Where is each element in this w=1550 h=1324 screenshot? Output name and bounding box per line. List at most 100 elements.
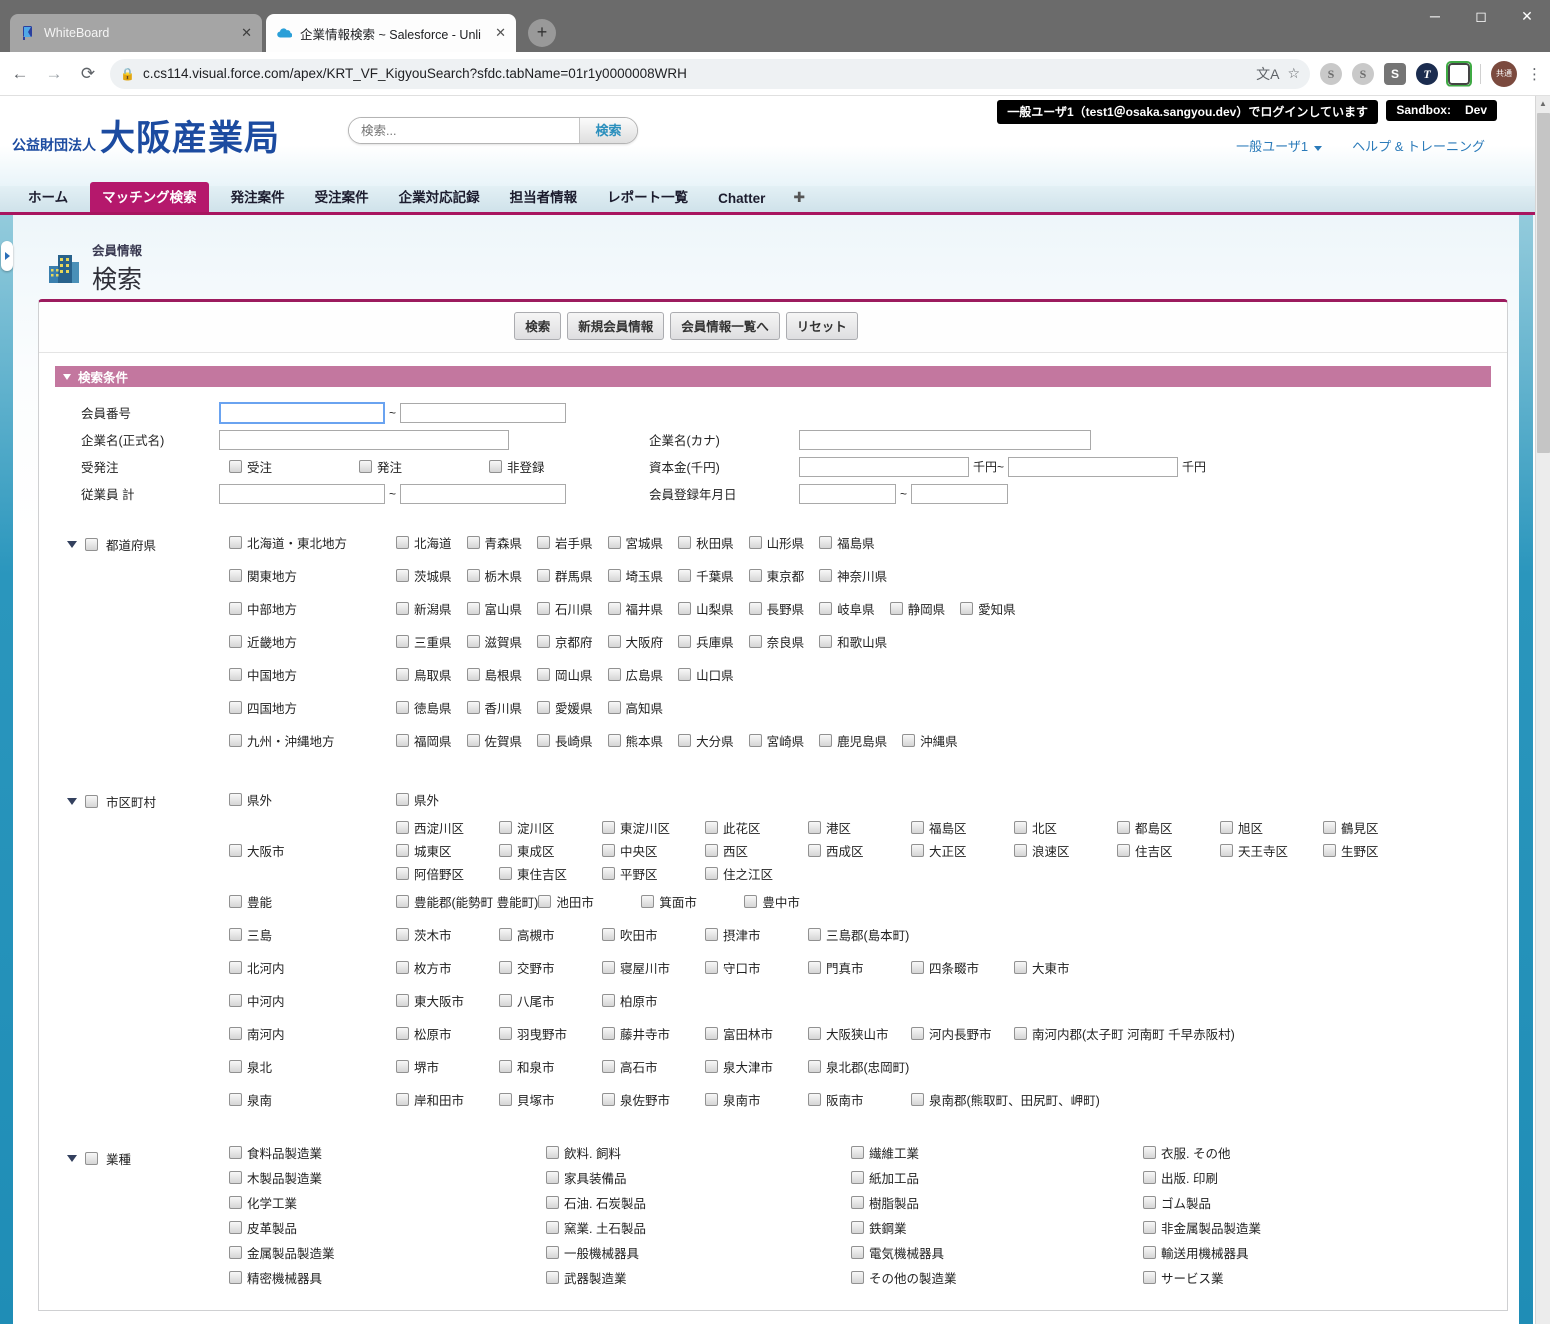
checkbox[interactable] (889, 602, 903, 615)
checkbox[interactable] (546, 1196, 559, 1209)
checkbox[interactable] (748, 635, 762, 648)
checkbox[interactable] (499, 844, 512, 857)
checkbox[interactable] (466, 569, 480, 582)
checkbox[interactable] (1117, 844, 1130, 857)
checkbox[interactable] (229, 635, 242, 648)
checkbox[interactable] (229, 961, 242, 974)
sidebar-expand-button[interactable] (1, 241, 13, 271)
checkbox[interactable] (489, 460, 502, 473)
checkbox[interactable] (229, 734, 242, 747)
checkbox[interactable] (851, 1246, 864, 1259)
checkbox[interactable] (1143, 1246, 1156, 1259)
checkbox[interactable] (808, 1060, 821, 1073)
url-text[interactable]: c.cs114.visual.force.com/apex/KRT_VF_Kig… (143, 66, 1248, 81)
checkbox[interactable] (678, 536, 692, 549)
checkbox[interactable] (851, 1196, 864, 1209)
checkbox[interactable] (229, 1060, 242, 1073)
checkbox[interactable] (748, 602, 762, 615)
checkbox[interactable] (229, 602, 242, 615)
checkbox[interactable] (499, 994, 512, 1007)
action-button[interactable]: 新規会員情報 (567, 312, 665, 340)
checkbox[interactable] (1014, 821, 1027, 834)
checkbox[interactable] (678, 569, 692, 582)
checkbox[interactable] (466, 668, 480, 681)
checkbox[interactable] (678, 635, 692, 648)
checkbox[interactable] (602, 1093, 615, 1106)
checkbox[interactable] (1143, 1221, 1156, 1234)
checkbox[interactable] (396, 1027, 409, 1040)
screenshot-extension-icon[interactable] (1448, 62, 1470, 85)
checkbox[interactable] (396, 844, 409, 857)
capital-from-input[interactable] (799, 456, 969, 477)
checkbox[interactable] (607, 569, 621, 582)
checkbox[interactable] (538, 895, 552, 908)
checkbox[interactable] (607, 536, 621, 549)
checkbox[interactable] (396, 1060, 409, 1073)
back-button[interactable]: ← (8, 64, 32, 84)
city-all-checkbox[interactable] (85, 795, 98, 808)
checkbox[interactable] (546, 1221, 559, 1234)
checkbox[interactable] (499, 1060, 512, 1073)
checkbox[interactable] (229, 1221, 242, 1234)
checkbox[interactable] (396, 536, 409, 549)
extension-coin2-icon[interactable]: S (1352, 62, 1374, 85)
checkbox[interactable] (1014, 1027, 1027, 1040)
collapse-triangle-icon[interactable] (67, 541, 77, 548)
checkbox[interactable] (466, 734, 480, 747)
checkbox[interactable] (396, 821, 409, 834)
checkbox[interactable] (537, 668, 551, 681)
checkbox[interactable] (229, 844, 242, 857)
checkbox[interactable] (229, 1146, 242, 1159)
checkbox[interactable] (396, 635, 409, 648)
checkbox[interactable] (396, 1093, 409, 1106)
checkbox[interactable] (748, 569, 762, 582)
checkbox[interactable] (229, 569, 242, 582)
checkbox[interactable] (1220, 821, 1233, 834)
browser-menu-icon[interactable]: ⋮ (1527, 65, 1542, 83)
checkbox[interactable] (499, 1027, 512, 1040)
checkbox[interactable] (819, 602, 833, 615)
nav-tab[interactable]: 担当者情報 (502, 182, 586, 212)
checkbox[interactable] (229, 1196, 242, 1209)
browser-tab-whiteboard[interactable]: WhiteBoard ✕ (10, 14, 262, 52)
close-window-button[interactable]: ✕ (1504, 0, 1550, 34)
checkbox[interactable] (499, 1093, 512, 1106)
checkbox[interactable] (851, 1146, 864, 1159)
action-button[interactable]: 会員情報一覧へ (670, 312, 780, 340)
checkbox[interactable] (748, 536, 762, 549)
checkbox[interactable] (229, 1271, 242, 1284)
checkbox[interactable] (396, 701, 409, 714)
nav-tab[interactable]: ホーム (20, 182, 76, 212)
global-search-input[interactable] (349, 118, 579, 143)
checkbox[interactable] (808, 961, 821, 974)
checkbox[interactable] (396, 569, 409, 582)
checkbox[interactable] (705, 1027, 718, 1040)
nav-tab[interactable]: レポート一覧 (599, 182, 696, 212)
checkbox[interactable] (705, 821, 718, 834)
checkbox[interactable] (229, 701, 242, 714)
checkbox[interactable] (537, 635, 551, 648)
checkbox[interactable] (819, 569, 833, 582)
checkbox[interactable] (744, 895, 758, 908)
global-search-button[interactable]: 検索 (579, 118, 637, 143)
checkbox[interactable] (229, 460, 242, 473)
checkbox[interactable] (229, 668, 242, 681)
checkbox[interactable] (960, 602, 974, 615)
checkbox[interactable] (641, 895, 655, 908)
checkbox[interactable] (808, 821, 821, 834)
action-button[interactable]: リセット (785, 312, 858, 340)
checkbox[interactable] (499, 928, 512, 941)
criteria-section-header[interactable]: 検索条件 (55, 366, 1491, 387)
checkbox[interactable] (1014, 961, 1027, 974)
checkbox[interactable] (546, 1271, 559, 1284)
checkbox[interactable] (902, 734, 916, 747)
checkbox[interactable] (678, 668, 692, 681)
nav-tab[interactable]: 発注案件 (223, 182, 293, 212)
checkbox[interactable] (537, 569, 551, 582)
employees-to-input[interactable] (400, 483, 567, 504)
checkbox[interactable] (705, 1093, 718, 1106)
collapse-triangle-icon[interactable] (67, 798, 77, 805)
checkbox[interactable] (466, 701, 480, 714)
checkbox[interactable] (537, 536, 551, 549)
extension-s-icon[interactable]: S (1384, 62, 1406, 85)
